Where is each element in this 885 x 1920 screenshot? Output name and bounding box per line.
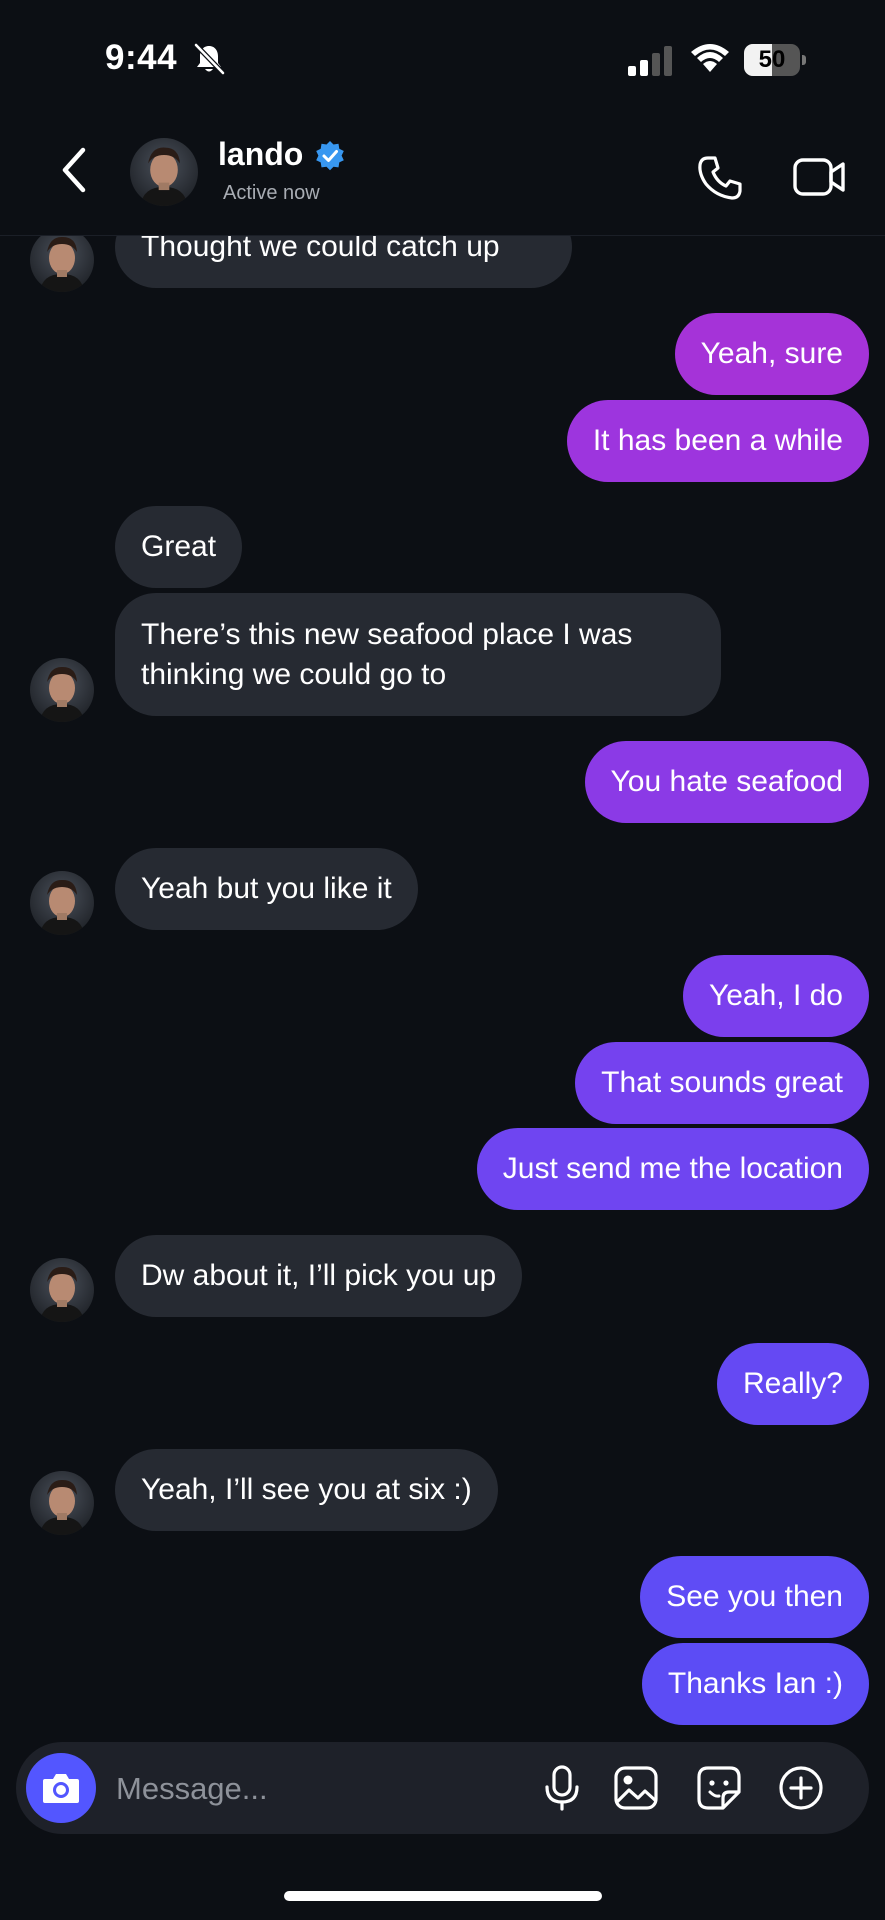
outgoing-message[interactable]: That sounds great	[575, 1042, 869, 1124]
outgoing-message[interactable]: You hate seafood	[584, 741, 869, 823]
verified-badge-icon	[316, 141, 344, 171]
message-list[interactable]: Thought we could catch up Yeah, sure It …	[0, 0, 885, 1740]
contact-avatar[interactable]	[30, 1258, 94, 1322]
outgoing-message[interactable]: It has been a while	[566, 400, 869, 482]
contact-avatar[interactable]	[30, 1471, 94, 1535]
sticker-icon[interactable]	[695, 1764, 743, 1812]
active-status: Active now	[223, 182, 320, 204]
incoming-message[interactable]: There’s this new seafood place I was thi…	[115, 593, 721, 716]
battery-level: 50	[758, 46, 786, 73]
battery-icon: 50	[744, 44, 806, 76]
clock: 9:44	[105, 38, 178, 77]
outgoing-message[interactable]: Just send me the location	[476, 1128, 869, 1210]
cellular-signal-icon	[628, 46, 672, 76]
chat-screen: Thought we could catch up Yeah, sure It …	[0, 0, 885, 1920]
incoming-message[interactable]: Great	[115, 506, 243, 588]
chevron-left-icon	[62, 147, 86, 193]
outgoing-message[interactable]: Yeah, sure	[674, 313, 869, 395]
camera-button[interactable]	[26, 1753, 96, 1823]
contact-avatar[interactable]	[30, 871, 94, 935]
wifi-icon	[691, 44, 729, 72]
contact-avatar[interactable]	[30, 228, 94, 292]
back-button[interactable]	[50, 140, 98, 200]
outgoing-message[interactable]: Thanks Ian :)	[641, 1643, 869, 1725]
contact-name[interactable]: lando	[218, 136, 303, 173]
home-indicator[interactable]	[284, 1891, 602, 1901]
bell-slash-icon	[194, 43, 225, 75]
chat-header: lando Active now	[0, 110, 885, 236]
outgoing-message[interactable]: Really?	[716, 1343, 869, 1425]
outgoing-message[interactable]: Yeah, I do	[682, 955, 869, 1037]
message-input[interactable]	[114, 1762, 538, 1816]
camera-icon	[43, 1774, 79, 1803]
incoming-message[interactable]: Dw about it, I’ll pick you up	[115, 1235, 523, 1317]
outgoing-message[interactable]: See you then	[640, 1556, 869, 1638]
phone-icon[interactable]	[694, 152, 746, 204]
image-icon[interactable]	[612, 1764, 660, 1812]
message-composer	[16, 1742, 869, 1834]
status-bar: 9:44 50	[0, 0, 885, 110]
incoming-message[interactable]: Yeah, I’ll see you at six :)	[115, 1449, 498, 1531]
plus-circle-icon[interactable]	[777, 1764, 825, 1812]
contact-avatar[interactable]	[30, 658, 94, 722]
incoming-message[interactable]: Yeah but you like it	[115, 848, 418, 930]
header-avatar[interactable]	[130, 138, 198, 206]
microphone-icon[interactable]	[538, 1764, 586, 1812]
video-camera-icon[interactable]	[792, 154, 848, 200]
